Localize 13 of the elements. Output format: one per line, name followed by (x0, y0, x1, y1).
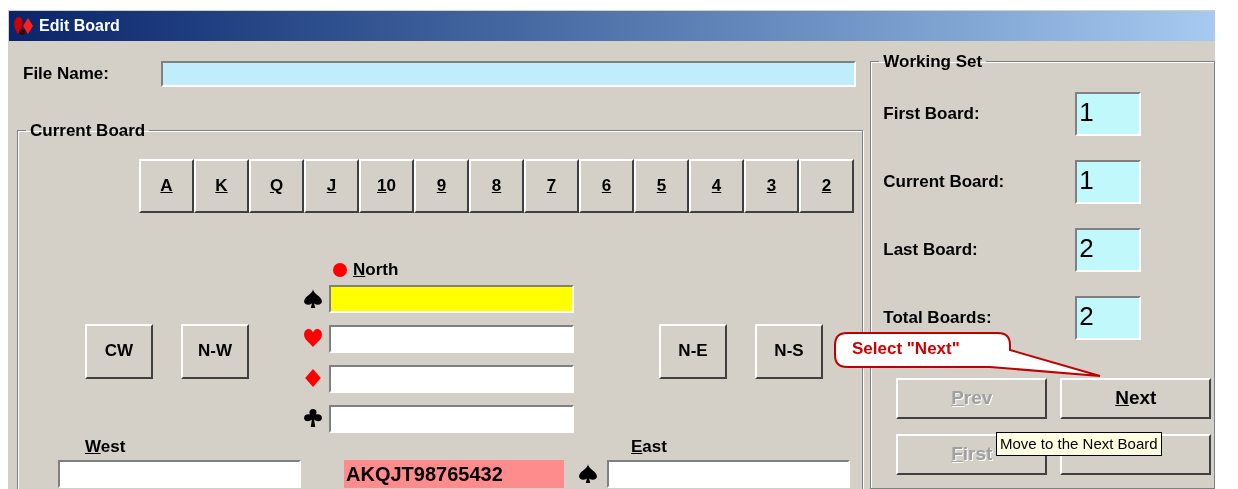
hand-label: North (353, 258, 399, 281)
hand-label: West (85, 436, 127, 457)
field-label: First Board: (883, 102, 981, 125)
group-title: Current Board (29, 120, 147, 142)
field-label: Total Boards: (883, 306, 993, 329)
tooltip: Move to the Next Board (996, 432, 1162, 456)
field-label: File Name: (23, 63, 110, 86)
field-label: Last Board: (883, 238, 979, 261)
hand-label: East (631, 436, 668, 457)
field-label: Current Board: (883, 170, 1006, 193)
group-title: Working Set (882, 51, 984, 73)
callout-text: Select "Next" (852, 338, 960, 360)
window-title: Edit Board (39, 16, 120, 36)
